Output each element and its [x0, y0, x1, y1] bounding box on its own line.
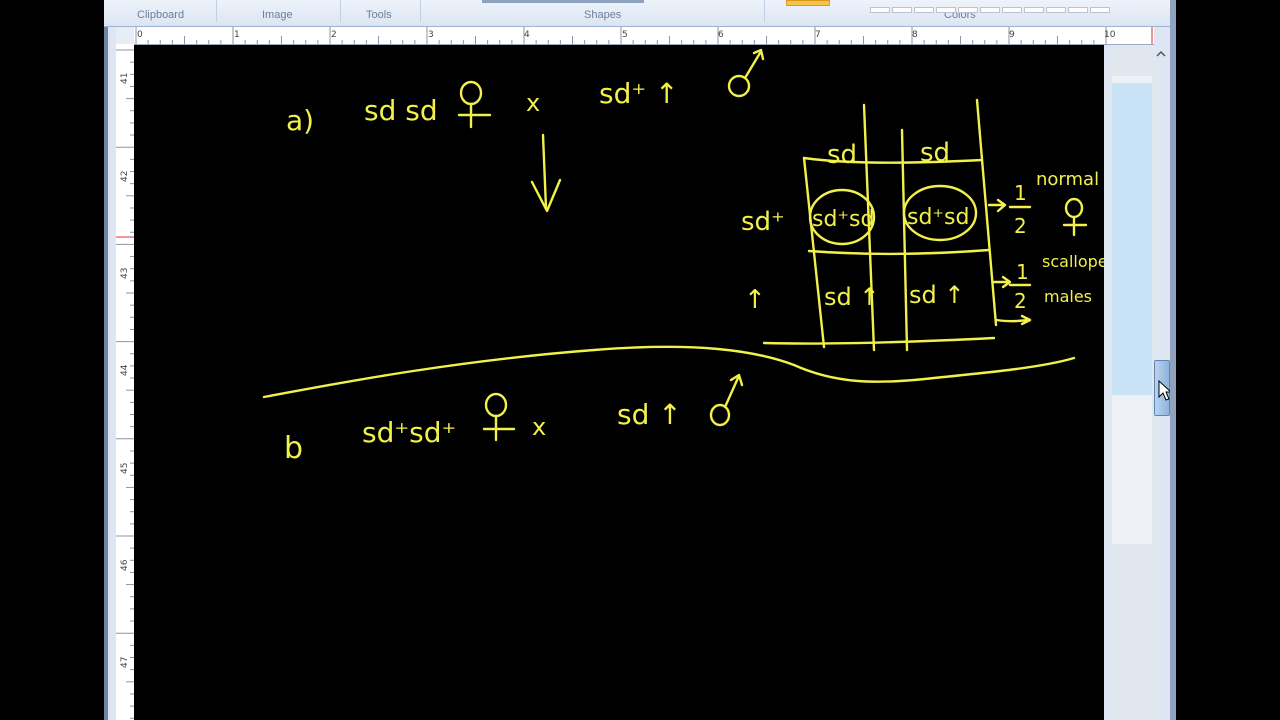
- punnett-cell-2-2: sd ↑: [909, 281, 964, 309]
- palette-cell[interactable]: [1024, 7, 1044, 13]
- scroll-up-icon[interactable]: [1153, 46, 1169, 62]
- arrow-right-icon: [992, 275, 1012, 289]
- ribbon-separator: [340, 0, 341, 22]
- punnett-row-header-1: sd⁺: [741, 207, 785, 237]
- female-symbol-icon: [1062, 197, 1088, 237]
- punnett-cell-2-1: sd ↑: [824, 283, 879, 311]
- punnett-row-header-2: ↑: [744, 285, 766, 315]
- outcome-2-text-2: males: [1044, 287, 1092, 306]
- ribbon-separator: [764, 0, 765, 22]
- palette-cell[interactable]: [892, 7, 912, 13]
- palette-cell[interactable]: [980, 7, 1000, 13]
- punnett-cell-1-2: sd⁺sd: [907, 205, 969, 230]
- ribbon: Clipboard Image Tools Shapes Colors: [104, 0, 1176, 27]
- vertical-ruler: 41 42 43 44 45 46 47: [116, 44, 135, 720]
- punnett-col-header-2: sd: [920, 138, 950, 168]
- palette-cell[interactable]: [1068, 7, 1088, 13]
- outcome-1-numerator: 1: [1014, 181, 1027, 205]
- ribbon-separator: [420, 0, 421, 22]
- ruler-label: 43: [120, 268, 130, 279]
- palette-cell[interactable]: [1090, 7, 1110, 13]
- scroll-viewport-highlight: [1112, 83, 1152, 395]
- ruler-label: 2: [331, 30, 337, 40]
- ruler-label: 41: [120, 73, 130, 84]
- shapes-gallery[interactable]: [482, 0, 644, 3]
- ruler-label: 5: [622, 30, 628, 40]
- ruler-label: 6: [718, 30, 724, 40]
- ruler-label: 10: [1104, 30, 1116, 40]
- outcome-2-text-1: scalloped: [1042, 252, 1104, 271]
- paint-window: Clipboard Image Tools Shapes Colors 0 1 …: [104, 0, 1176, 720]
- window-left-border: [104, 0, 108, 720]
- ruler-label: 0: [137, 30, 143, 40]
- part-a-female-genotype: sd sd: [364, 94, 438, 127]
- ruler-label: 4: [524, 30, 530, 40]
- right-letterbox: [1176, 0, 1280, 720]
- outcome-1-text: normal: [1036, 169, 1099, 190]
- male-symbol-icon: [709, 373, 744, 427]
- punnett-cell-1-1: sd⁺sd: [812, 207, 874, 232]
- outcome-1-denominator: 2: [1014, 214, 1027, 238]
- ruler-label: 3: [428, 30, 434, 40]
- ruler-label: 8: [912, 30, 918, 40]
- palette-cell[interactable]: [914, 7, 934, 13]
- punnett-col-header-1: sd: [827, 140, 857, 170]
- part-b-label: b: [284, 431, 303, 466]
- part-a-label: a): [286, 104, 314, 137]
- color-1-swatch[interactable]: [786, 0, 830, 6]
- arrow-right-icon: [987, 198, 1007, 213]
- window-right-border: [1170, 0, 1176, 720]
- ruler-label: 1: [234, 30, 240, 40]
- ruler-label: 45: [120, 463, 130, 474]
- part-b-cross: x: [532, 413, 546, 441]
- ribbon-separator: [216, 0, 217, 22]
- ribbon-group-image[interactable]: Image: [262, 9, 293, 21]
- palette-cell[interactable]: [1002, 7, 1022, 13]
- female-symbol-icon: [457, 80, 492, 129]
- drawing-canvas[interactable]: a) sd sd x sd⁺ ↑ sd sd sd⁺ ↑ sd⁺sd sd⁺sd…: [134, 45, 1104, 720]
- outcome-2-numerator: 1: [1016, 260, 1029, 284]
- ruler-label: 7: [815, 30, 821, 40]
- left-letterbox: [0, 0, 104, 720]
- ruler-label: 9: [1009, 30, 1015, 40]
- horizontal-ruler: 0 1 2 3 4 5 6 7 8 9 10: [134, 27, 1154, 45]
- ribbon-group-clipboard[interactable]: Clipboard: [137, 9, 184, 21]
- color-palette[interactable]: [870, 0, 1112, 18]
- male-symbol-icon: [727, 48, 765, 98]
- ribbon-group-tools[interactable]: Tools: [366, 9, 392, 21]
- down-arrow-icon: [530, 133, 562, 213]
- palette-cell[interactable]: [936, 7, 956, 13]
- ruler-label: 42: [120, 171, 130, 182]
- part-a-cross: x: [526, 89, 540, 117]
- palette-cell[interactable]: [1046, 7, 1066, 13]
- ruler-label: 44: [120, 364, 130, 376]
- female-symbol-icon: [482, 392, 516, 442]
- ruler-label: 47: [120, 657, 130, 668]
- part-b-male-genotype: sd ↑: [617, 398, 682, 431]
- part-b-female-genotype: sd⁺sd⁺: [362, 416, 456, 449]
- arrow-right-icon: [994, 314, 1032, 326]
- palette-cell[interactable]: [958, 7, 978, 13]
- part-a-male-genotype: sd⁺ ↑: [599, 77, 679, 110]
- ruler-label: 46: [120, 559, 130, 571]
- ribbon-group-shapes[interactable]: Shapes: [584, 9, 621, 21]
- ruler-corner: [116, 27, 134, 44]
- outcome-2-denominator: 2: [1014, 289, 1027, 313]
- divider-line: [262, 345, 1076, 399]
- palette-cell[interactable]: [870, 7, 890, 13]
